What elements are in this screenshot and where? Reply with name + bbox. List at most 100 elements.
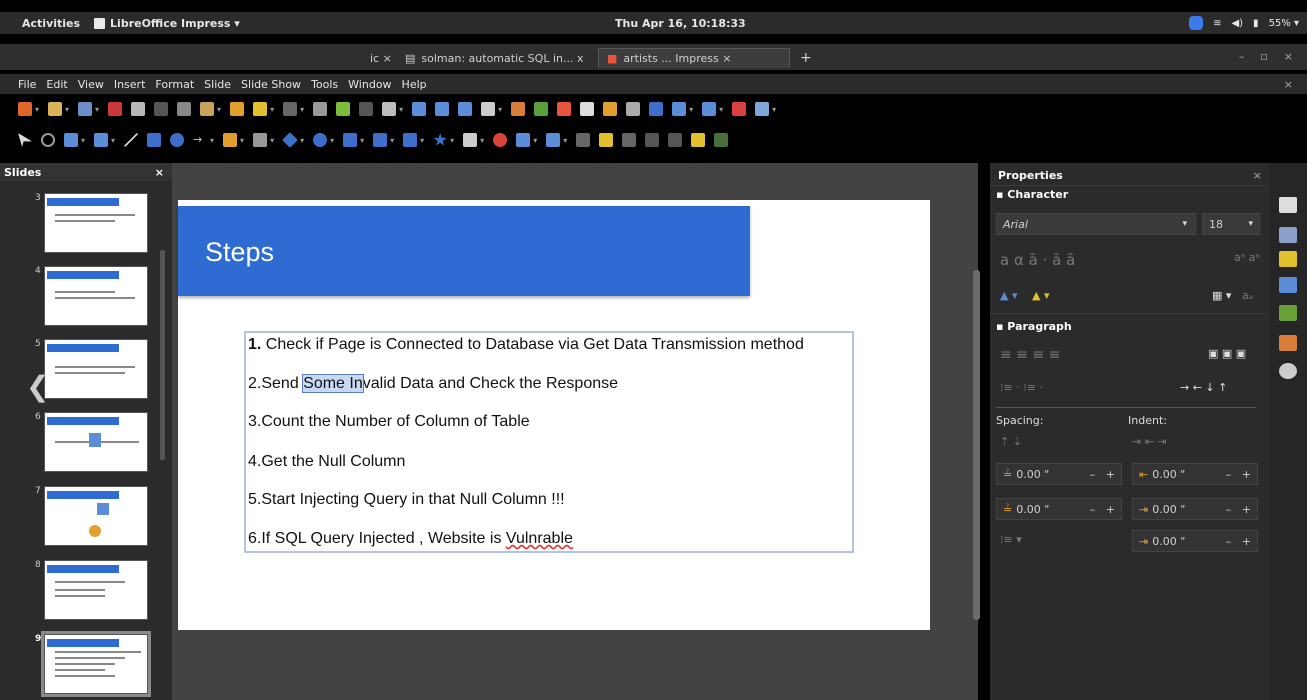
print-icon[interactable] — [131, 102, 146, 116]
indent-before-stepper[interactable]: – + — [1226, 468, 1251, 481]
master-slide-icon[interactable] — [412, 102, 427, 116]
table-icon[interactable] — [481, 102, 496, 116]
crop-icon[interactable] — [622, 133, 637, 147]
previous-slide-arrow[interactable]: ❮ — [26, 370, 49, 403]
navigator-icon[interactable] — [1279, 363, 1297, 379]
chevron-down-icon[interactable]: ▾ — [1248, 219, 1253, 229]
media-icon[interactable] — [557, 102, 572, 116]
character-spacing-icon[interactable]: ▦ ▾ — [1212, 289, 1231, 302]
paste-icon[interactable] — [200, 102, 215, 116]
tab-solman[interactable]: ▤ solman: automatic SQL in... x — [405, 48, 583, 68]
font-size-field[interactable]: 18 ▾ — [1202, 213, 1260, 235]
system-tray[interactable]: ≋ ◀) ▮ 55% ▾ — [1189, 16, 1299, 30]
spacing-below-stepper[interactable]: – + — [1090, 503, 1115, 516]
open-icon[interactable] — [48, 102, 63, 116]
spelling-icon[interactable] — [336, 102, 351, 116]
close-icon[interactable]: × — [1284, 50, 1293, 63]
symbol-shapes-icon[interactable] — [313, 133, 328, 147]
find-replace-icon[interactable] — [313, 102, 328, 116]
duplicate-slide-icon[interactable] — [702, 102, 717, 116]
slide-transition-icon[interactable] — [1279, 227, 1297, 243]
slide-thumbnail-6[interactable] — [44, 412, 148, 472]
redo-icon[interactable] — [283, 102, 298, 116]
connector-icon[interactable] — [253, 133, 268, 147]
outline-buttons[interactable]: → ← ↓ ↑ — [1180, 381, 1227, 394]
menu-format[interactable]: Format — [155, 78, 194, 91]
list-buttons[interactable]: ⁝≡ · ⁝≡ · — [1000, 381, 1043, 394]
slide-thumbnail-8[interactable] — [44, 560, 148, 620]
slide-thumbnail-9[interactable] — [41, 631, 151, 697]
line-icon[interactable] — [124, 133, 139, 147]
grow-shrink-font-buttons[interactable]: aᵃ aᵃ — [1234, 251, 1260, 264]
select-icon[interactable] — [18, 133, 32, 147]
properties-deck-icon[interactable] — [1279, 197, 1297, 213]
menu-insert[interactable]: Insert — [114, 78, 146, 91]
arrow-icon[interactable]: → — [193, 133, 207, 147]
step-2[interactable]: 2.Send Some Invalid Data and Check the R… — [248, 374, 618, 393]
glue-points-icon[interactable] — [691, 133, 706, 147]
font-color-icon[interactable]: ▲ ▾ — [1000, 289, 1017, 302]
copy-icon[interactable] — [177, 102, 192, 116]
indent-before-field[interactable]: ⇤ 0.00 " – + — [1132, 463, 1258, 485]
chevron-down-icon[interactable]: ▾ — [1182, 219, 1187, 229]
start-first-slide-icon[interactable] — [435, 102, 450, 116]
fontwork-icon[interactable] — [603, 102, 618, 116]
export-pdf-icon[interactable] — [108, 102, 123, 116]
text-style-buttons[interactable]: a α ā · ā ā — [1000, 251, 1075, 269]
area-style-icon[interactable] — [64, 133, 78, 147]
first-line-indent-field[interactable]: ⇥ 0.00 " – + — [1132, 530, 1258, 552]
app-menu[interactable]: LibreOffice Impress ▾ — [94, 17, 240, 30]
grid-icon[interactable] — [359, 102, 374, 116]
points-icon[interactable] — [668, 133, 683, 147]
shadow-icon[interactable] — [599, 133, 614, 147]
zoom-icon[interactable] — [41, 133, 55, 147]
basic-shapes-icon[interactable] — [282, 132, 298, 148]
spacing-below-field[interactable]: ≟ 0.00 " – + — [996, 498, 1122, 520]
ellipse-icon[interactable] — [170, 133, 185, 147]
menu-help[interactable]: Help — [402, 78, 427, 91]
undo-icon[interactable] — [253, 102, 268, 116]
indent-after-stepper[interactable]: – + — [1226, 503, 1251, 516]
3d-objects-icon[interactable] — [463, 133, 478, 147]
step-6[interactable]: 6.If SQL Query Injected , Website is Vul… — [248, 530, 573, 548]
arrange-icon[interactable] — [546, 133, 561, 147]
slides-pane-scrollbar[interactable] — [160, 250, 165, 460]
slide-thumbnail-7[interactable] — [44, 486, 148, 546]
font-name-field[interactable]: Arial ▾ — [996, 213, 1196, 235]
text-box-icon[interactable] — [580, 102, 595, 116]
save-icon[interactable] — [78, 102, 93, 116]
curve-icon[interactable] — [223, 133, 238, 147]
animation-icon[interactable] — [1279, 251, 1297, 267]
master-slides-icon[interactable] — [1279, 277, 1297, 293]
clone-formatting-icon[interactable] — [230, 102, 245, 116]
editing-area-scrollbar[interactable] — [973, 270, 980, 620]
styles-icon[interactable] — [1279, 305, 1297, 321]
block-arrows-icon[interactable] — [343, 133, 358, 147]
gallery-icon[interactable] — [1279, 335, 1297, 351]
close-properties-icon[interactable]: × — [1253, 169, 1262, 182]
menu-tools[interactable]: Tools — [311, 78, 338, 91]
step-3[interactable]: 3.Count the Number of Column of Table — [248, 413, 530, 431]
close-slides-pane-icon[interactable]: × — [155, 166, 164, 179]
paragraph-section-header[interactable]: ▪ Paragraph — [996, 320, 1072, 333]
slide-thumbnail-4[interactable] — [44, 266, 148, 326]
maximize-icon[interactable]: ▫ — [1260, 50, 1267, 63]
superscript-icon[interactable]: aₐ — [1242, 289, 1253, 302]
character-section-header[interactable]: ▪ Character — [996, 188, 1068, 201]
line-spacing-icon[interactable]: ⇡ ⇣ — [1000, 435, 1022, 448]
line-spacing-dropdown[interactable]: ⁝≡ ▾ — [1000, 533, 1022, 546]
selected-text[interactable]: Some In — [302, 374, 364, 393]
tab-artists[interactable]: ■ artists ... Impress × — [598, 48, 790, 68]
content-text-box[interactable] — [244, 331, 854, 553]
stars-icon[interactable] — [433, 133, 447, 146]
menu-slideshow[interactable]: Slide Show — [241, 78, 301, 91]
slide-title[interactable]: Steps — [205, 237, 274, 268]
menu-file[interactable]: File — [18, 78, 36, 91]
slide-thumbnail-3[interactable] — [44, 193, 148, 253]
special-char-icon[interactable] — [649, 102, 664, 116]
tab-partial[interactable]: ic × — [370, 48, 392, 68]
spacing-above-field[interactable]: ≟ 0.00 " – + — [996, 463, 1122, 485]
menu-view[interactable]: View — [78, 78, 104, 91]
menu-window[interactable]: Window — [348, 78, 391, 91]
activities-button[interactable]: Activities — [22, 17, 80, 30]
